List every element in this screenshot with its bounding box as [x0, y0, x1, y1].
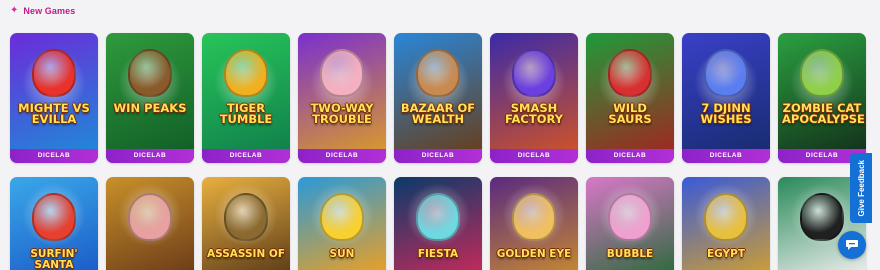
- game-card[interactable]: Sun: [298, 177, 386, 270]
- game-character-art: [800, 193, 844, 241]
- game-title: Sun: [329, 248, 355, 260]
- game-card[interactable]: Bubble: [586, 177, 674, 270]
- game-title: Two-Way Trouble: [310, 101, 374, 126]
- game-character-art: [224, 49, 268, 97]
- game-title: Tiger Tumble: [219, 101, 273, 126]
- game-character-art: [320, 193, 364, 241]
- game-character-art: [512, 49, 556, 97]
- sparkle-icon: ✦: [10, 5, 19, 16]
- game-card[interactable]: Smash Factory DICELAB: [490, 33, 578, 163]
- game-title: Win Peaks: [113, 101, 187, 115]
- game-title: Surfin' Santa: [30, 248, 78, 270]
- chat-button[interactable]: [838, 231, 866, 259]
- provider-label: DICELAB: [586, 149, 674, 163]
- provider-label: DICELAB: [298, 149, 386, 163]
- section-header: ✦ New Games: [10, 5, 76, 17]
- game-card[interactable]: 7 Djinn Wishes DICELAB: [682, 33, 770, 163]
- game-card[interactable]: Wild Saurs DICELAB: [586, 33, 674, 163]
- game-title: Bazaar of Wealth: [400, 101, 476, 126]
- game-character-art: [32, 49, 76, 97]
- chat-icon: [846, 240, 858, 250]
- game-character-art: [128, 193, 172, 241]
- game-character-art: [704, 193, 748, 241]
- game-card[interactable]: Assassin of: [202, 177, 290, 270]
- game-card[interactable]: Win Peaks DICELAB: [106, 33, 194, 163]
- provider-label: DICELAB: [394, 149, 482, 163]
- game-character-art: [512, 193, 556, 241]
- game-title: Smash Factory: [504, 101, 564, 126]
- game-card[interactable]: Golden Eye: [490, 177, 578, 270]
- game-card[interactable]: [106, 177, 194, 270]
- give-feedback-button[interactable]: Give Feedback: [850, 153, 872, 223]
- game-card[interactable]: Egypt: [682, 177, 770, 270]
- game-title: Wild Saurs: [608, 101, 652, 126]
- game-title: Mighte vs Evilla: [18, 101, 90, 126]
- game-title: Golden Eye: [496, 248, 572, 260]
- game-title: Bubble: [606, 248, 654, 260]
- game-card[interactable]: Mighte vs Evilla DICELAB: [10, 33, 98, 163]
- game-character-art: [32, 193, 76, 241]
- game-card[interactable]: Surfin' Santa: [10, 177, 98, 270]
- game-title: Zombie Cat Apocalypse: [782, 101, 865, 126]
- game-card[interactable]: Two-Way Trouble DICELAB: [298, 33, 386, 163]
- provider-label: DICELAB: [10, 149, 98, 163]
- game-character-art: [128, 49, 172, 97]
- game-character-art: [608, 49, 652, 97]
- provider-label: DICELAB: [106, 149, 194, 163]
- game-character-art: [800, 49, 844, 97]
- provider-label: DICELAB: [682, 149, 770, 163]
- provider-label: DICELAB: [490, 149, 578, 163]
- game-title: 7 Djinn Wishes: [700, 101, 752, 126]
- game-title: Egypt: [706, 248, 746, 260]
- section-title: New Games: [23, 6, 76, 16]
- game-card[interactable]: Fiesta: [394, 177, 482, 270]
- game-character-art: [704, 49, 748, 97]
- game-title: Assassin of: [206, 248, 285, 260]
- provider-label: DICELAB: [202, 149, 290, 163]
- game-card[interactable]: Bazaar of Wealth DICELAB: [394, 33, 482, 163]
- game-character-art: [608, 193, 652, 241]
- game-character-art: [224, 193, 268, 241]
- game-card[interactable]: Tiger Tumble DICELAB: [202, 33, 290, 163]
- game-character-art: [416, 193, 460, 241]
- game-grid: Mighte vs Evilla DICELAB Win Peaks DICELAB T…: [10, 33, 866, 270]
- game-character-art: [416, 49, 460, 97]
- game-card[interactable]: Zombie Cat Apocalypse DICELAB: [778, 33, 866, 163]
- game-character-art: [320, 49, 364, 97]
- game-title: Fiesta: [417, 248, 459, 260]
- give-feedback-label: Give Feedback: [856, 159, 866, 217]
